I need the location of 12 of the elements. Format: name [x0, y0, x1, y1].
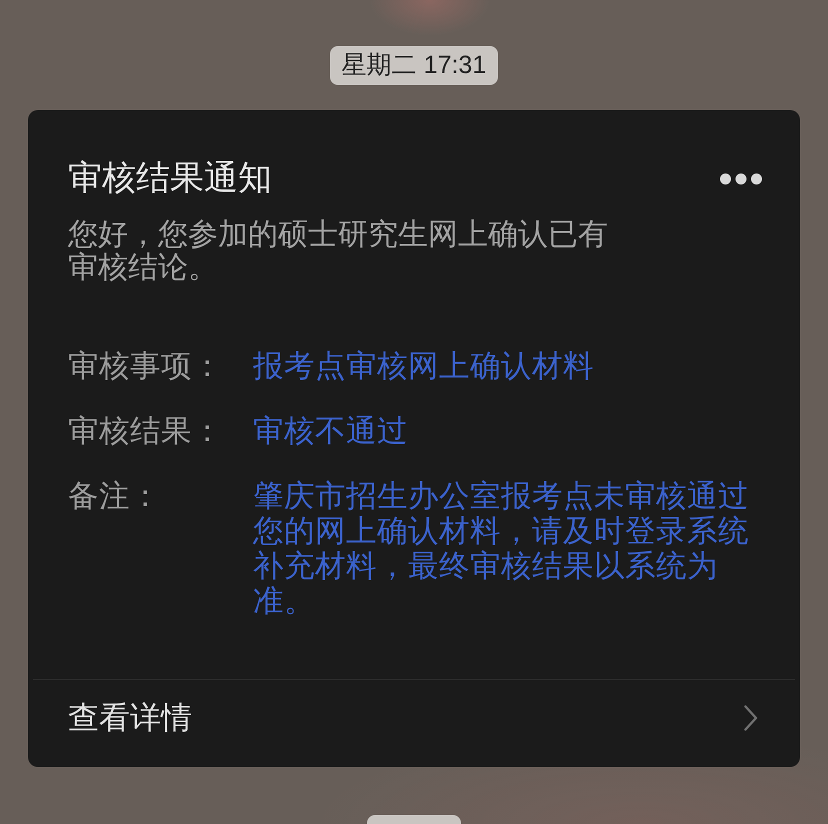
notification-message: 您好，您参加的硕士研究生网上确认已有审核结论。 [68, 218, 609, 284]
notification-title: 审核结果通知 [68, 158, 272, 199]
field-label: 审核结果： [68, 414, 224, 449]
chevron-right-icon [744, 705, 758, 731]
view-details-link[interactable]: 查看详情 [28, 680, 800, 766]
field-value: 审核不通过 [253, 414, 409, 449]
field-value: 肇庆市招生办公室报考点未审核通过您的网上确认材料，请及时登录系统补充材料，最终审核结果以系统为准。 [253, 479, 750, 619]
field-label: 审核事项： [68, 349, 224, 384]
field-value: 报考点审核网上确认材料 [253, 349, 595, 384]
more-options-icon[interactable] [720, 172, 762, 184]
field-label: 备注： [68, 479, 162, 515]
timestamp-label: 星期二 17:31 [330, 46, 498, 85]
